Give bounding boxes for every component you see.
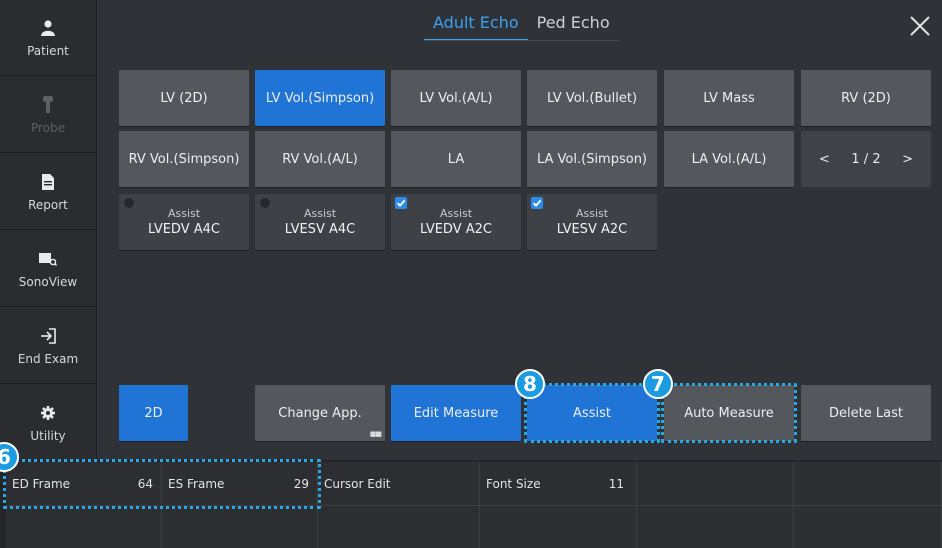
assist-label: LVESV A2C: [556, 222, 628, 237]
gear-icon: [38, 403, 58, 423]
measure-la-button[interactable]: LA: [391, 131, 521, 187]
page-indicator: 1 / 2: [851, 151, 881, 167]
sidebar-item-patient[interactable]: Patient: [0, 0, 96, 76]
softkey-font-size[interactable]: Font Size 11: [480, 462, 637, 506]
sidebar-item-label: SonoView: [18, 274, 78, 289]
sonoview-icon: [38, 249, 58, 269]
assist-label: LVEDV A2C: [420, 222, 492, 237]
sidebar: Patient Probe Report SonoView End Exam U…: [0, 0, 97, 460]
assist-caption: Assist: [575, 207, 609, 220]
softkey-value: 64: [137, 477, 153, 491]
softkey-empty[interactable]: [318, 506, 480, 548]
prev-page-button[interactable]: <: [819, 152, 830, 167]
exam-tabs: Adult Echo Ped Echo: [424, 9, 619, 41]
softkey-label: ES Frame: [168, 476, 225, 491]
softkey-label: Cursor Edit: [324, 476, 391, 491]
softkey-empty[interactable]: [6, 506, 162, 548]
next-page-button[interactable]: >: [902, 152, 913, 167]
softkey-bar: ED Frame 64 ES Frame 29 Cursor Edit Font…: [0, 460, 942, 548]
assist-label: LVESV A4C: [284, 222, 356, 237]
document-icon: [38, 172, 58, 192]
unchecked-indicator-icon: [260, 198, 270, 208]
assist-lvesv-a4c-button[interactable]: Assist LVESV A4C: [255, 194, 385, 250]
change-app-button[interactable]: Change App. ■■: [255, 385, 385, 441]
tab-underline: [424, 40, 620, 41]
softkey-ed-frame[interactable]: ED Frame 64: [6, 462, 162, 506]
auto-measure-button[interactable]: Auto Measure: [664, 385, 794, 441]
sidebar-item-label: Report: [28, 197, 68, 212]
probe-icon: [38, 95, 58, 115]
sidebar-item-end-exam[interactable]: End Exam: [0, 308, 96, 384]
delete-last-button[interactable]: Delete Last: [801, 385, 931, 441]
assist-caption: Assist: [439, 207, 473, 220]
tab-ped-echo[interactable]: Ped Echo: [528, 9, 619, 41]
measure-la-vol-simpson-button[interactable]: LA Vol.(Simpson): [527, 131, 657, 187]
assist-caption: Assist: [167, 207, 201, 220]
callout-8: 8: [515, 369, 545, 399]
measure-lv-mass-button[interactable]: LV Mass: [664, 70, 794, 126]
sidebar-item-label: Patient: [27, 43, 69, 58]
callout-7: 7: [643, 369, 673, 399]
checkmark-icon: [531, 197, 543, 209]
measure-rv-vol-simpson-button[interactable]: RV Vol.(Simpson): [119, 131, 249, 187]
assist-lvedv-a2c-button[interactable]: Assist LVEDV A2C: [391, 194, 521, 250]
softkey-value: 29: [293, 477, 309, 491]
softkey-label: Font Size: [486, 476, 541, 491]
assist-button[interactable]: Assist: [527, 385, 657, 441]
softkey-cursor-edit[interactable]: Cursor Edit: [318, 462, 480, 506]
edit-measure-button[interactable]: Edit Measure: [391, 385, 521, 441]
sidebar-item-sonoview[interactable]: SonoView: [0, 231, 96, 307]
sidebar-item-label: Probe: [30, 120, 66, 135]
assist-caption: Assist: [303, 207, 337, 220]
measure-lv-vol-al-button[interactable]: LV Vol.(A/L): [391, 70, 521, 126]
softkey-empty[interactable]: [162, 506, 318, 548]
softkey-empty[interactable]: [480, 506, 637, 548]
softkey-es-frame[interactable]: ES Frame 29: [162, 462, 318, 506]
checkmark-icon: [395, 197, 407, 209]
softkey-empty[interactable]: [637, 462, 794, 506]
measure-lv-2d-button[interactable]: LV (2D): [119, 70, 249, 126]
mode-2d-button[interactable]: 2D: [119, 385, 188, 441]
measure-lv-vol-bullet-button[interactable]: LV Vol.(Bullet): [527, 70, 657, 126]
assist-lvedv-a4c-button[interactable]: Assist LVEDV A4C: [119, 194, 249, 250]
softkey-empty[interactable]: [794, 506, 942, 548]
unchecked-indicator-icon: [124, 198, 134, 208]
assist-label: LVEDV A4C: [148, 222, 220, 237]
exit-icon: [38, 326, 58, 346]
measure-rv-vol-al-button[interactable]: RV Vol.(A/L): [255, 131, 385, 187]
page-navigator: < 1 / 2 >: [801, 131, 931, 187]
softkey-empty[interactable]: [794, 462, 942, 506]
sidebar-item-label: End Exam: [17, 351, 79, 366]
softkey-empty[interactable]: [637, 506, 794, 548]
assist-lvesv-a2c-button[interactable]: Assist LVESV A2C: [527, 194, 657, 250]
sidebar-item-report[interactable]: Report: [0, 154, 96, 230]
tab-adult-echo[interactable]: Adult Echo: [424, 9, 528, 41]
more-options-icon: ■■: [369, 430, 382, 438]
measure-lv-vol-simpson-button[interactable]: LV Vol.(Simpson): [255, 70, 385, 126]
person-icon: [38, 18, 58, 38]
softkey-label: ED Frame: [12, 476, 71, 491]
close-icon[interactable]: [906, 12, 934, 40]
sidebar-item-label: Utility: [30, 429, 66, 443]
softkey-value: 11: [608, 477, 624, 491]
change-app-label: Change App.: [278, 405, 362, 421]
measure-rv-2d-button[interactable]: RV (2D): [801, 70, 931, 126]
sidebar-item-probe[interactable]: Probe: [0, 77, 96, 153]
measure-la-vol-al-button[interactable]: LA Vol.(A/L): [664, 131, 794, 187]
